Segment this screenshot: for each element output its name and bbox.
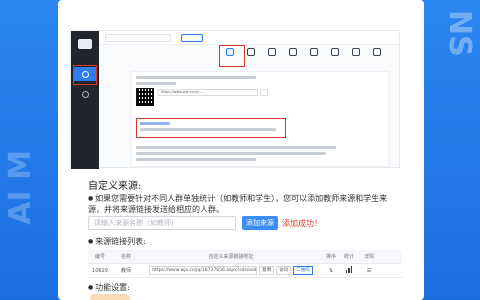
section-title: 自定义来源: <box>88 181 142 192</box>
tool-clock[interactable] <box>368 45 386 67</box>
text-line <box>136 76 256 79</box>
header-name: 名称 <box>120 254 131 260</box>
header-detail: 详情 <box>363 254 374 260</box>
grid-icon <box>81 90 89 98</box>
tool-image[interactable] <box>347 45 365 67</box>
text-line <box>136 152 326 155</box>
function-settings-title: 功能设置: <box>88 282 130 293</box>
source-name-input[interactable]: 请输入来源名称（如教师） <box>88 216 236 230</box>
function-tag <box>90 294 130 300</box>
watermark-left: AI M <box>3 150 38 225</box>
grid-icon <box>268 48 276 56</box>
tool-doc[interactable] <box>284 45 302 67</box>
qrcode-button[interactable]: 二维码 <box>293 266 313 275</box>
tool-grid[interactable] <box>263 45 281 67</box>
content-card: https://www.wjx.cn/vj/... 自定义来源: 如果您需要针对… <box>58 0 424 300</box>
survey-url[interactable]: https://www.wjx.cn/vj/... <box>158 89 258 96</box>
stats-icon[interactable] <box>340 266 358 275</box>
row-url-cell: https://www.wjx.cn/jq/18737656.aspx?sdso… <box>140 266 322 275</box>
add-note: 添加成功！ <box>282 219 322 228</box>
copy-link-button[interactable]: 复制 <box>259 266 275 275</box>
text-line <box>140 122 170 125</box>
text-line <box>140 128 276 131</box>
text-line <box>136 146 336 149</box>
header-id: 编号 <box>94 254 105 260</box>
toolbar <box>221 45 395 67</box>
row-name: 教师 <box>120 268 131 274</box>
chart-icon <box>247 48 255 56</box>
watermark-right: NS <box>442 10 477 57</box>
image-icon <box>352 48 360 56</box>
add-source-button[interactable]: 添加来源 <box>242 216 278 230</box>
section-description: 如果您需要针对不同人群单独统计（如教师和学生），您可以添加教师来源和学生来源，并… <box>88 193 398 215</box>
table-header: 编号 名称 自定义来源链接地址 排序 统计 详情 <box>88 250 402 264</box>
share-panel: https://www.wjx.cn/vj/... <box>131 71 389 167</box>
tool-link[interactable] <box>305 45 323 67</box>
header-url: 自定义来源链接地址 <box>208 254 254 260</box>
tool-gear[interactable] <box>326 45 344 67</box>
header-sort: 排序 <box>325 254 336 260</box>
detail-icon[interactable]: ☰ <box>358 268 380 274</box>
header-stats: 统计 <box>343 254 354 260</box>
list-title: 来源链接列表: <box>88 236 146 247</box>
link-icon <box>310 48 318 56</box>
copy-button[interactable] <box>260 89 268 96</box>
top-button[interactable] <box>181 34 203 42</box>
clock-icon <box>373 48 381 56</box>
qr-code <box>136 88 154 106</box>
nav-item-grid[interactable] <box>74 87 96 101</box>
logo <box>78 39 92 49</box>
side-nav <box>71 31 99 169</box>
search-input[interactable] <box>105 34 171 42</box>
doc-icon <box>289 48 297 56</box>
text-line <box>136 82 176 85</box>
row-id: 10629 <box>92 267 108 274</box>
table-row: 10629 教师 https://www.wjx.cn/jq/18737656.… <box>88 264 402 278</box>
source-table: 编号 名称 自定义来源链接地址 排序 统计 详情 10629 教师 https:… <box>88 250 402 278</box>
row-url[interactable]: https://www.wjx.cn/jq/18737656.aspx?sdso… <box>149 266 258 275</box>
top-bar <box>99 31 399 45</box>
highlight-nav <box>73 65 97 85</box>
gear-icon <box>331 48 339 56</box>
visit-button[interactable]: 访问 <box>276 266 292 275</box>
text-line <box>136 158 256 161</box>
sort-icon[interactable]: ⇅ <box>322 268 340 274</box>
highlight-toolbar <box>219 45 245 67</box>
embedded-screenshot: https://www.wjx.cn/vj/... <box>70 30 400 169</box>
